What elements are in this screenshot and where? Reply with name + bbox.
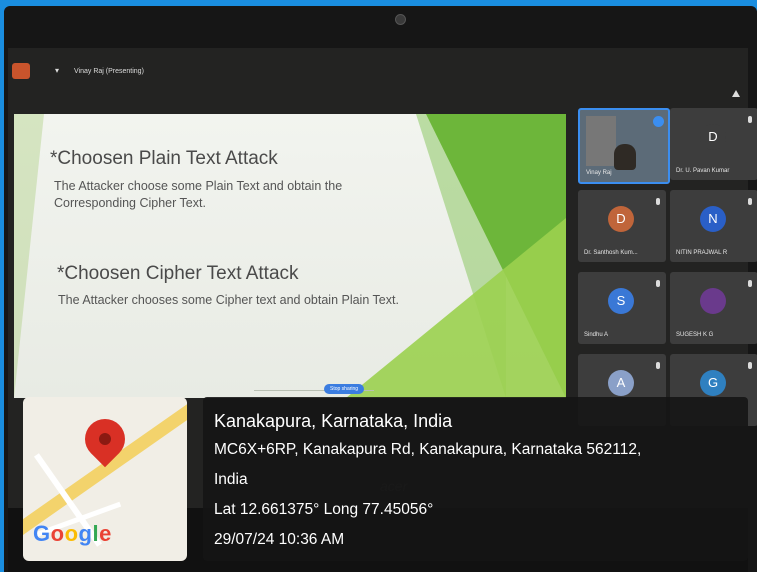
app-icon[interactable] [12, 63, 30, 79]
participant-name: Vinay Raj [586, 170, 612, 176]
slide-heading: *Choosen Cipher Text Attack [57, 263, 299, 284]
geo-info-panel: Kanakapura, Karnataka, India MC6X+6RP, K… [203, 397, 748, 561]
stop-sharing-button[interactable]: Stop sharing [324, 384, 365, 394]
presenter-label: Vinay Raj (Presenting) [74, 68, 144, 75]
participant-name: NITIN PRAJWAL R [676, 250, 728, 256]
avatar [700, 288, 726, 314]
slide-decoration [14, 114, 44, 398]
participant-tile[interactable]: N NITIN PRAJWAL R [670, 190, 757, 262]
slide-heading: *Choosen Plain Text Attack [50, 148, 278, 169]
slide-body: The Attacker chooses some Cipher text an… [58, 293, 399, 307]
chevron-down-icon[interactable]: ▾ [55, 66, 59, 75]
slide-body: The Attacker choose some Plain Text and … [54, 179, 343, 210]
mic-icon [748, 116, 752, 123]
timestamp: 29/07/24 10:36 AM [214, 531, 345, 548]
participant-name: Dr. Santhosh Kum... [584, 250, 638, 256]
video-feed [614, 144, 636, 170]
participant-tile[interactable]: S Sindhu A [578, 272, 666, 344]
participant-name: Sindhu A [584, 332, 609, 338]
address-line: MC6X+6RP, Kanakapura Rd, Kanakapura, Kar… [214, 441, 642, 458]
avatar: G [700, 370, 726, 396]
avatar: D [608, 206, 634, 232]
participant-tile[interactable]: D Dr. Santhosh Kum... [578, 190, 666, 262]
location-pin-center [99, 433, 111, 445]
mic-icon [656, 198, 660, 205]
participant-tile[interactable]: SUGESH K G [670, 272, 757, 344]
participant-tile[interactable]: Vinay Raj [578, 108, 670, 184]
participant-name: SUGESH K G [676, 332, 714, 338]
place-name: Kanakapura, Karnataka, India [214, 411, 453, 431]
mic-icon [748, 362, 752, 369]
video-background [586, 116, 616, 166]
participant-name: Dr. U. Pavan Kumar [676, 168, 730, 174]
mouse-cursor-icon [732, 90, 740, 97]
speaking-icon [653, 116, 664, 127]
address-line: India [214, 471, 248, 488]
participant-tile[interactable]: D Dr. U. Pavan Kumar [670, 108, 757, 180]
mic-icon [656, 362, 660, 369]
map-thumbnail: Google [23, 397, 187, 561]
avatar: A [608, 370, 634, 396]
avatar: D [700, 124, 726, 150]
meeting-toolbar: ▾ Vinay Raj (Presenting) [8, 48, 748, 98]
mic-icon [748, 198, 752, 205]
webcam-icon [395, 14, 406, 25]
mic-icon [748, 280, 752, 287]
mic-icon [656, 280, 660, 287]
avatar: N [700, 206, 726, 232]
coordinates: Lat 12.661375° Long 77.45056° [214, 501, 434, 518]
google-logo: Google [33, 521, 112, 546]
shared-slide: *Choosen Plain Text Attack The Attacker … [14, 114, 566, 398]
avatar: S [608, 288, 634, 314]
